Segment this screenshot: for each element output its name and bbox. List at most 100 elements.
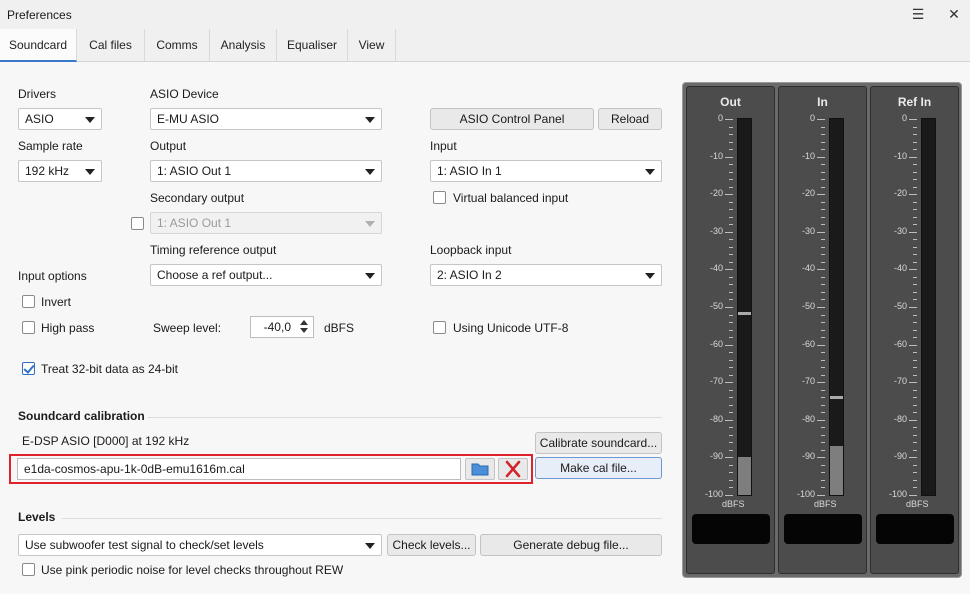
tick-mark: [725, 307, 733, 308]
minor-tick-mark: [729, 299, 733, 301]
input-options-label: Input options: [18, 269, 87, 283]
chevron-down-icon: [365, 117, 375, 123]
timing-reference-output-select[interactable]: Choose a ref output...: [150, 264, 382, 286]
minor-tick-mark: [913, 291, 917, 293]
clear-cal-file-button[interactable]: [498, 458, 528, 480]
invert-checkbox[interactable]: [22, 295, 35, 308]
minor-tick-mark: [821, 209, 825, 211]
loopback-input-select[interactable]: 2: ASIO In 2: [430, 264, 662, 286]
minor-tick-mark: [821, 359, 825, 361]
chevron-down-icon: [85, 117, 95, 123]
tick-label: 0: [717, 113, 723, 123]
tick-label: -50: [709, 301, 723, 311]
close-icon[interactable]: ✕: [942, 4, 966, 24]
tick-label: -40: [801, 263, 815, 274]
tab-view[interactable]: View: [348, 29, 396, 62]
tab-analysis[interactable]: Analysis: [210, 29, 277, 62]
tick-label: -80: [709, 413, 723, 424]
minor-tick-mark: [821, 291, 825, 293]
sample-rate-select[interactable]: 192 kHz: [18, 160, 102, 182]
spin-down-icon[interactable]: [300, 328, 308, 333]
minor-tick-mark: [913, 374, 917, 376]
calibrate-soundcard-button[interactable]: Calibrate soundcard...: [535, 432, 662, 454]
chevron-down-icon: [645, 273, 655, 279]
tick-mark: [909, 382, 917, 384]
section-divider: [62, 518, 662, 519]
minor-tick-mark: [729, 389, 733, 391]
minor-tick-mark: [913, 442, 917, 444]
minor-tick-mark: [821, 412, 825, 414]
cal-file-input[interactable]: e1da-cosmos-apu-1k-0dB-emu1616m.cal: [17, 458, 461, 480]
minor-tick-mark: [913, 126, 917, 128]
high-pass-checkbox[interactable]: [22, 321, 35, 334]
title-bar: Preferences ☰ ✕: [0, 0, 970, 29]
browse-folder-button[interactable]: [465, 458, 495, 480]
virtual-balanced-input-label: Virtual balanced input: [453, 191, 569, 205]
meter-level-fill: [738, 457, 751, 495]
input-select[interactable]: 1: ASIO In 1: [430, 160, 662, 182]
unicode-utf8-checkbox[interactable]: [433, 321, 446, 334]
secondary-output-select[interactable]: 1: ASIO Out 1: [150, 212, 382, 234]
meter-peak-marker: [738, 311, 751, 315]
tick-mark: [909, 156, 917, 158]
virtual-balanced-input-checkbox[interactable]: [433, 191, 446, 204]
asio-device-select[interactable]: E-MU ASIO: [150, 108, 382, 130]
meter-readout: [784, 514, 862, 544]
tick-mark: [817, 231, 825, 233]
tick-label: -60: [893, 338, 907, 349]
tick-mark: [909, 231, 917, 233]
minor-tick-mark: [821, 179, 825, 181]
tick-label: -90: [801, 451, 815, 462]
minor-tick-mark: [913, 141, 917, 143]
tick-label: -10: [709, 150, 723, 161]
minor-tick-mark: [729, 472, 733, 474]
treat-32bit-label: Treat 32-bit data as 24-bit: [41, 362, 178, 376]
minor-tick-mark: [821, 186, 825, 188]
tick-mark: [817, 156, 825, 158]
minor-tick-mark: [821, 149, 825, 151]
sweep-level-stepper[interactable]: [297, 317, 311, 337]
tab-equaliser[interactable]: Equaliser: [277, 29, 348, 62]
drivers-select[interactable]: ASIO: [18, 108, 102, 130]
secondary-output-value: 1: ASIO Out 1: [157, 216, 232, 230]
minor-tick-mark: [913, 434, 917, 436]
output-select[interactable]: 1: ASIO Out 1: [150, 160, 382, 182]
meter-bar: [737, 118, 752, 496]
treat-32bit-checkbox[interactable]: [22, 362, 35, 375]
minor-tick-mark: [729, 367, 733, 369]
tick-mark: [817, 419, 825, 421]
minor-tick-mark: [913, 359, 917, 361]
tick-label: 0: [901, 113, 907, 123]
menu-icon[interactable]: ☰: [906, 4, 930, 24]
minor-tick-mark: [913, 487, 917, 489]
minor-tick-mark: [729, 224, 733, 226]
tab-comms[interactable]: Comms: [145, 29, 210, 62]
minor-tick-mark: [729, 337, 733, 339]
tab-soundcard[interactable]: Soundcard: [0, 29, 77, 62]
spin-up-icon[interactable]: [300, 320, 308, 325]
asio-control-panel-button[interactable]: ASIO Control Panel: [430, 108, 594, 130]
tick-label: -30: [801, 225, 815, 236]
tick-mark: [909, 119, 917, 120]
tab-cal-files[interactable]: Cal files: [77, 29, 145, 62]
pink-noise-checkbox[interactable]: [22, 563, 35, 576]
minor-tick-mark: [913, 164, 917, 166]
minor-tick-mark: [821, 472, 825, 474]
reload-button[interactable]: Reload: [598, 108, 662, 130]
levels-mode-select[interactable]: Use subwoofer test signal to check/set l…: [18, 534, 382, 556]
make-cal-file-button[interactable]: Make cal file...: [535, 457, 662, 479]
timing-reference-output-label: Timing reference output: [150, 243, 277, 257]
generate-debug-file-button[interactable]: Generate debug file...: [480, 534, 662, 556]
tick-label: -40: [709, 263, 723, 274]
folder-icon: [471, 463, 489, 476]
check-levels-button[interactable]: Check levels...: [387, 534, 476, 556]
output-value: 1: ASIO Out 1: [157, 164, 232, 178]
minor-tick-mark: [821, 126, 825, 128]
minor-tick-mark: [913, 479, 917, 481]
output-label: Output: [150, 139, 187, 153]
minor-tick-mark: [821, 224, 825, 226]
unicode-utf8-label: Using Unicode UTF-8: [453, 321, 569, 335]
minor-tick-mark: [913, 254, 917, 256]
secondary-output-checkbox[interactable]: [131, 217, 144, 230]
minor-tick-mark: [913, 404, 917, 406]
